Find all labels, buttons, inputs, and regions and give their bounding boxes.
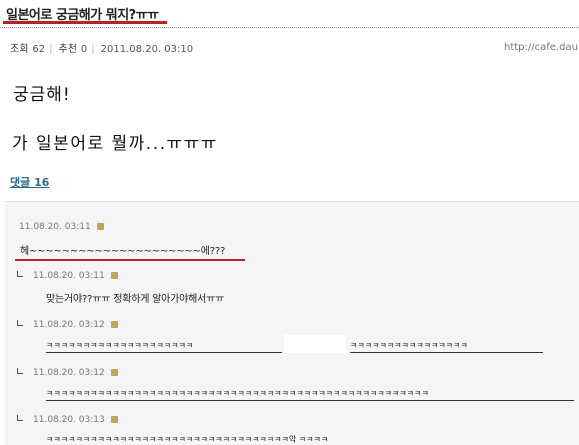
text-underline <box>46 400 574 401</box>
title-divider <box>0 27 579 28</box>
text-underline <box>350 352 543 353</box>
views-count: 62 <box>32 44 46 55</box>
comment-text: ㅋㅋㅋㅋㅋㅋㅋㅋㅋㅋㅋㅋㅋㅋㅋㅋㅋㅋㅋㅋㅋㅋㅋㅋㅋㅋㅋㅋㅋㅋㅋㅋㅋㅋㅋㅋㅋㅋㅋㅋ… <box>46 389 429 398</box>
redacted-area <box>284 335 346 353</box>
reply-arrow-icon <box>17 320 23 326</box>
post-url[interactable]: http://cafe.dau <box>504 42 578 53</box>
comments-section: 11.08.20. 03:11 헤~~~~~~~~~~~~~~~~~~~~~에?… <box>5 201 579 445</box>
comment-date: 11.08.20. 03:13 <box>33 415 105 425</box>
comment-date: 11.08.20. 03:11 <box>33 271 105 281</box>
new-badge-icon <box>110 416 118 423</box>
comment-meta: 11.08.20. 03:12 <box>33 320 118 330</box>
recommend-count: 0 <box>80 44 88 55</box>
comment-text: 헤~~~~~~~~~~~~~~~~~~~~~에??? <box>20 246 226 257</box>
comment-text: ㅋㅋㅋㅋㅋㅋㅋㅋㅋㅋㅋㅋㅋㅋㅋㅋ <box>350 341 468 350</box>
comment-meta: 11.08.20. 03:13 <box>33 415 118 425</box>
title-underline <box>3 21 167 24</box>
comment-date: 11.08.20. 03:11 <box>19 222 91 232</box>
reply-count-link[interactable]: 댓글 16 <box>10 174 49 190</box>
comment-red-underline <box>15 259 245 261</box>
views-label: 조회 <box>10 44 29 55</box>
text-underline <box>46 352 282 353</box>
new-badge-icon <box>96 223 104 230</box>
meta-separator: | <box>91 44 95 55</box>
comment-date: 11.08.20. 03:12 <box>33 320 105 330</box>
new-badge-icon <box>110 369 118 376</box>
post-date: 2011.08.20. 03:10 <box>100 44 194 55</box>
post-meta: 조회 62 | 추천 0 | 2011.08.20. 03:10 <box>10 40 197 55</box>
post-body-line: 궁금해! <box>13 85 71 105</box>
meta-separator: | <box>49 44 53 55</box>
comment-text: ㅋㅋㅋㅋㅋㅋㅋㅋㅋㅋㅋㅋㅋㅋㅋㅋㅋㅋㅋㅋ <box>46 341 194 350</box>
comment-meta: 11.08.20. 03:11 <box>19 222 104 232</box>
comment-date: 11.08.20. 03:12 <box>33 368 105 378</box>
new-badge-icon <box>110 272 118 279</box>
recommend-label: 추천 <box>58 44 77 55</box>
reply-arrow-icon <box>17 368 23 374</box>
comment-text: ㅋㅋㅋㅋㅋㅋㅋㅋㅋㅋㅋㅋㅋㅋㅋㅋㅋㅋㅋㅋㅋㅋㅋㅋㅋㅋㅋㅋㅋㅋㅋㅋㅋ악 ㅋㅋㅋㅋ <box>46 435 329 444</box>
comment-meta: 11.08.20. 03:12 <box>33 368 118 378</box>
new-badge-icon <box>110 321 118 328</box>
reply-arrow-icon <box>17 271 23 277</box>
comment-meta: 11.08.20. 03:11 <box>33 271 118 281</box>
post-body-line: 가 일본어로 뭘까...ㅠㅠㅠ <box>12 134 218 154</box>
reply-arrow-icon <box>17 415 23 421</box>
comment-text: 맞는거야??ㅠㅠ 정확하게 알아가야해서ㅠㅠ <box>46 294 225 305</box>
